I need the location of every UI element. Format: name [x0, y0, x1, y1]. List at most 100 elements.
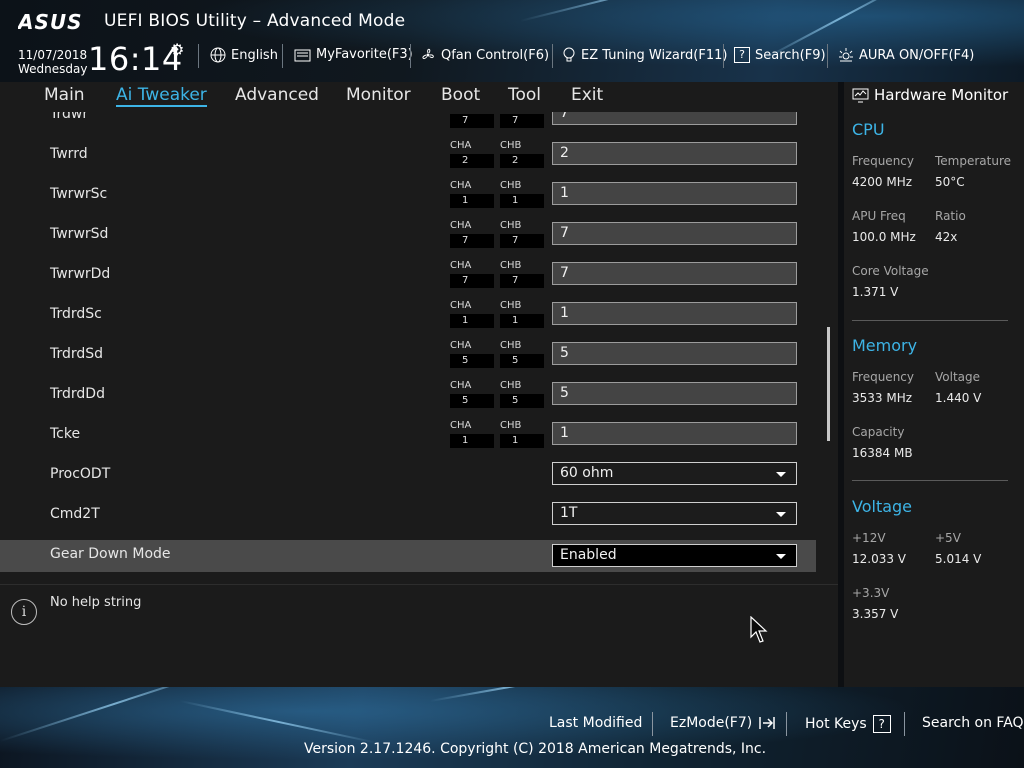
qfan-label: Qfan Control(F6)	[441, 47, 550, 63]
ez-tuning-wizard-button[interactable]: EZ Tuning Wizard(F11)	[562, 47, 727, 63]
setting-value-input[interactable]: 1	[552, 182, 797, 205]
cmd2t-dropdown[interactable]: 1T	[552, 502, 797, 525]
qfan-control-button[interactable]: Qfan Control(F6)	[420, 47, 549, 63]
setting-value-input[interactable]: 2	[552, 142, 797, 165]
chb-value: 5	[500, 354, 544, 368]
aura-label: AURA ON/OFF(F4)	[859, 47, 975, 63]
v5-label: +5V	[935, 531, 961, 545]
setting-value-input[interactable]: 7	[552, 222, 797, 245]
gear-down-mode-dropdown[interactable]: Enabled	[552, 544, 797, 567]
myfavorite-button[interactable]: MyFavorite(F3)	[294, 47, 413, 62]
setting-value-input[interactable]: 7	[552, 262, 797, 285]
chb-readout: CHB 1	[500, 180, 544, 208]
language-button[interactable]: English	[210, 47, 278, 63]
tab-tool[interactable]: Tool	[508, 85, 541, 105]
header-separator	[552, 44, 553, 68]
cha-readout: CHA 5	[450, 380, 494, 408]
search-button[interactable]: ? Search(F9)	[734, 47, 826, 63]
setting-value-input[interactable]: 1	[552, 302, 797, 325]
cha-value: 1	[450, 314, 494, 328]
cha-readout: CHA 2	[450, 140, 494, 168]
language-label: English	[231, 47, 278, 63]
setting-row-procodt[interactable]: ProcODT 60 ohm	[0, 454, 816, 494]
procodt-dropdown[interactable]: 60 ohm	[552, 462, 797, 485]
setting-label: TwrwrSd	[50, 226, 109, 242]
cpu-frequency-value: 4200 MHz	[852, 175, 913, 189]
hw-divider	[852, 480, 1008, 481]
setting-row-twrrd[interactable]: Twrrd CHA 2 CHB 2 2	[0, 134, 816, 174]
setting-value-input[interactable]: 1	[552, 422, 797, 445]
v33-label: +3.3V	[852, 586, 890, 600]
header-separator	[410, 44, 411, 68]
setting-label: TwrwrSc	[50, 186, 108, 202]
setting-value-input[interactable]: 5	[552, 342, 797, 365]
setting-row-trdrdsc[interactable]: TrdrdSc CHA 1 CHB 1 1	[0, 294, 816, 334]
setting-value-input[interactable]: 5	[552, 382, 797, 405]
cha-value: 1	[450, 194, 494, 208]
cha-value: 1	[450, 434, 494, 448]
chb-value: 7	[500, 274, 544, 288]
setting-row-twrwrdd[interactable]: TwrwrDd CHA 7 CHB 7 7	[0, 254, 816, 294]
setting-row-cmd2t[interactable]: Cmd2T 1T	[0, 494, 816, 534]
chb-label: CHB	[500, 180, 522, 191]
ratio-label: Ratio	[935, 209, 966, 223]
ezmode-button[interactable]: EzMode(F7)	[670, 715, 778, 731]
settings-list[interactable]: Trdwr CHA7 CHB7 7 Twrrd CHA 2 CHB 2 2 Twrw…	[0, 112, 838, 574]
chb-value: 1	[500, 194, 544, 208]
tab-ai-tweaker[interactable]: Ai Tweaker	[116, 85, 207, 107]
aura-light-icon	[839, 48, 853, 62]
settings-scrollbar[interactable]	[827, 327, 830, 441]
info-icon: i	[11, 599, 37, 625]
hot-keys-button[interactable]: Hot Keys ?	[805, 715, 891, 733]
cpu-heading: CPU	[852, 120, 885, 139]
date-display: 11/07/2018 Wednesday	[18, 48, 87, 76]
aura-toggle-button[interactable]: AURA ON/OFF(F4)	[838, 47, 974, 63]
memory-voltage-value: 1.440 V	[935, 391, 982, 405]
cha-readout: CHA 7	[450, 220, 494, 248]
setting-value-input[interactable]: 7	[552, 112, 797, 125]
chb-value: 1	[500, 314, 544, 328]
setting-row-gear-down-mode[interactable]: Gear Down Mode Enabled	[0, 540, 816, 572]
cpu-temperature-value: 50°C	[935, 175, 965, 189]
chb-label: CHB	[500, 340, 522, 351]
cha-readout: CHA 1	[450, 420, 494, 448]
chb-label: CHB	[500, 300, 522, 311]
v12-label: +12V	[852, 531, 886, 545]
tab-monitor[interactable]: Monitor	[346, 85, 411, 105]
last-modified-button[interactable]: Last Modified	[549, 715, 642, 731]
time-settings-gear-icon[interactable]: ⚙	[170, 40, 184, 59]
setting-row-trdrddd[interactable]: TrdrdDd CHA 5 CHB 5 5	[0, 374, 816, 414]
setting-row-twrwrsc[interactable]: TwrwrSc CHA 1 CHB 1 1	[0, 174, 816, 214]
setting-row-tcke[interactable]: Tcke CHA 1 CHB 1 1	[0, 414, 816, 454]
chb-label: CHB	[500, 140, 522, 151]
setting-row-trdrdsd[interactable]: TrdrdSd CHA 5 CHB 5 5	[0, 334, 816, 374]
tab-advanced[interactable]: Advanced	[235, 85, 319, 105]
header-separator	[827, 44, 828, 68]
cha-label: CHA	[450, 300, 472, 311]
setting-row-twrwrsd[interactable]: TwrwrSd CHA 7 CHB 7 7	[0, 214, 816, 254]
tab-boot[interactable]: Boot	[441, 85, 480, 105]
cha-value: 5	[450, 354, 494, 368]
setting-label: Twrrd	[50, 146, 88, 162]
setting-label: ProcODT	[50, 466, 111, 482]
setting-label: Tcke	[50, 426, 81, 442]
setting-label: Cmd2T	[50, 506, 100, 522]
setting-label: TrdrdSd	[50, 346, 104, 362]
chb-readout: CHB 5	[500, 340, 544, 368]
last-modified-label: Last Modified	[549, 715, 643, 731]
lightbulb-icon	[563, 47, 575, 62]
chb-label: CHB	[500, 380, 522, 391]
cha-label: CHA	[450, 180, 472, 191]
tab-exit[interactable]: Exit	[571, 85, 603, 105]
core-voltage-value: 1.371 V	[852, 285, 899, 299]
setting-label: TwrwrDd	[50, 266, 111, 282]
setting-row-trdwr[interactable]: Trdwr CHA7 CHB7 7	[0, 112, 816, 134]
dropdown-value: 60 ohm	[560, 465, 614, 481]
cha-label: CHA	[450, 140, 472, 151]
tab-main[interactable]: Main	[44, 85, 85, 105]
cha-readout: CHA 5	[450, 340, 494, 368]
fan-icon	[422, 48, 434, 60]
cha-value: 2	[450, 154, 494, 168]
search-faq-button[interactable]: Search on FAQ	[922, 715, 1024, 731]
chb-readout: CHB 5	[500, 380, 544, 408]
